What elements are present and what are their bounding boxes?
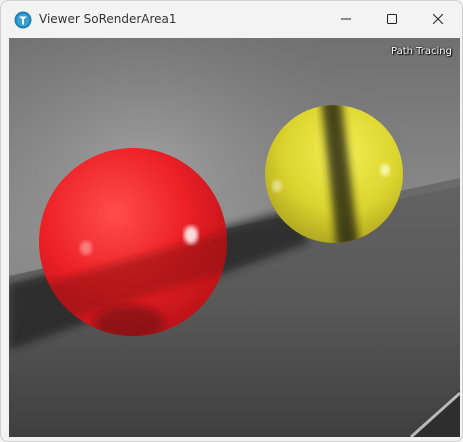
render-viewport[interactable]: Path Tracing xyxy=(9,38,460,437)
app-icon xyxy=(14,11,32,29)
close-icon xyxy=(433,14,443,24)
window-title: Viewer SoRenderArea1 xyxy=(39,12,177,26)
minimize-button[interactable] xyxy=(323,1,369,37)
close-button[interactable] xyxy=(415,1,461,37)
title-bar[interactable]: Viewer SoRenderArea1 xyxy=(1,1,462,37)
maximize-icon xyxy=(387,14,397,24)
minimize-icon xyxy=(341,14,351,24)
scene-canvas[interactable] xyxy=(9,38,460,437)
maximize-button[interactable] xyxy=(369,1,415,37)
viewer-window: Viewer SoRenderArea1 Path Tracing xyxy=(0,0,463,442)
render-mode-label: Path Tracing xyxy=(391,46,452,57)
